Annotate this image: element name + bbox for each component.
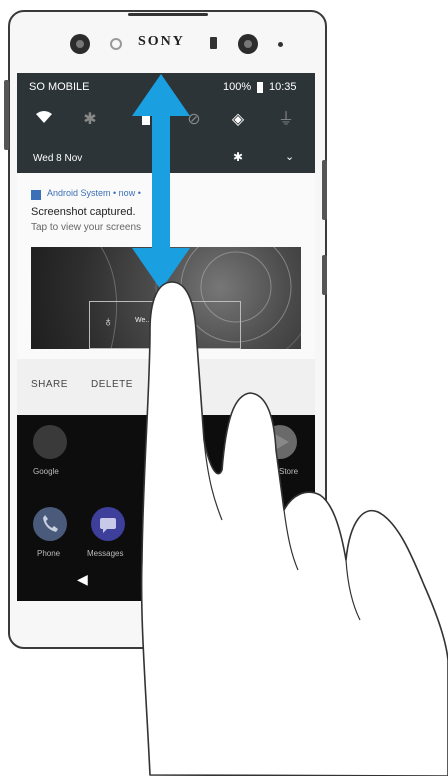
phone-icon[interactable] xyxy=(33,507,67,541)
carrier-label: SO MOBILE xyxy=(29,81,90,93)
swipe-arrow-icon xyxy=(132,74,190,290)
app-label-phone: Phone xyxy=(37,549,61,558)
messages-icon[interactable] xyxy=(91,507,125,541)
led-indicator xyxy=(278,42,283,47)
wifi-icon[interactable] xyxy=(33,109,55,131)
notification-app-name: Android System • now • xyxy=(47,188,141,198)
power-button xyxy=(322,160,327,220)
front-camera-icon xyxy=(70,34,90,54)
proximity-sensor-icon xyxy=(110,38,122,50)
lightbulb-icon: ♁ xyxy=(103,313,114,329)
battery-icon xyxy=(257,82,263,93)
share-button[interactable]: SHARE xyxy=(31,379,68,390)
brand-logo: SONY xyxy=(138,34,185,49)
back-icon[interactable]: ◀ xyxy=(77,571,88,588)
google-folder-icon[interactable] xyxy=(33,425,67,459)
notification-text: Tap to view your screens xyxy=(31,222,142,233)
app-label-google: Google xyxy=(33,467,59,476)
shade-date: Wed 8 Nov xyxy=(33,153,83,164)
auto-rotate-icon[interactable]: ◈ xyxy=(227,109,249,131)
image-icon xyxy=(31,190,41,200)
app-label-messages: Messages xyxy=(87,549,124,558)
status-clock: 10:35 xyxy=(269,81,297,93)
bluetooth-icon[interactable]: ✱ xyxy=(79,109,101,131)
volume-button xyxy=(4,80,9,150)
mobile-data-icon[interactable]: ⏚ xyxy=(275,109,297,131)
chevron-down-icon[interactable]: ⌄ xyxy=(285,150,294,163)
earpiece xyxy=(128,13,208,16)
secondary-camera-icon xyxy=(238,34,258,54)
gear-icon[interactable]: ✱ xyxy=(233,150,243,164)
battery-percent: 100% xyxy=(223,81,252,93)
notification-title: Screenshot captured. xyxy=(31,206,136,218)
hand-gesture-icon xyxy=(140,281,448,776)
light-sensor-icon xyxy=(210,37,217,49)
delete-button[interactable]: DELETE xyxy=(91,379,133,390)
